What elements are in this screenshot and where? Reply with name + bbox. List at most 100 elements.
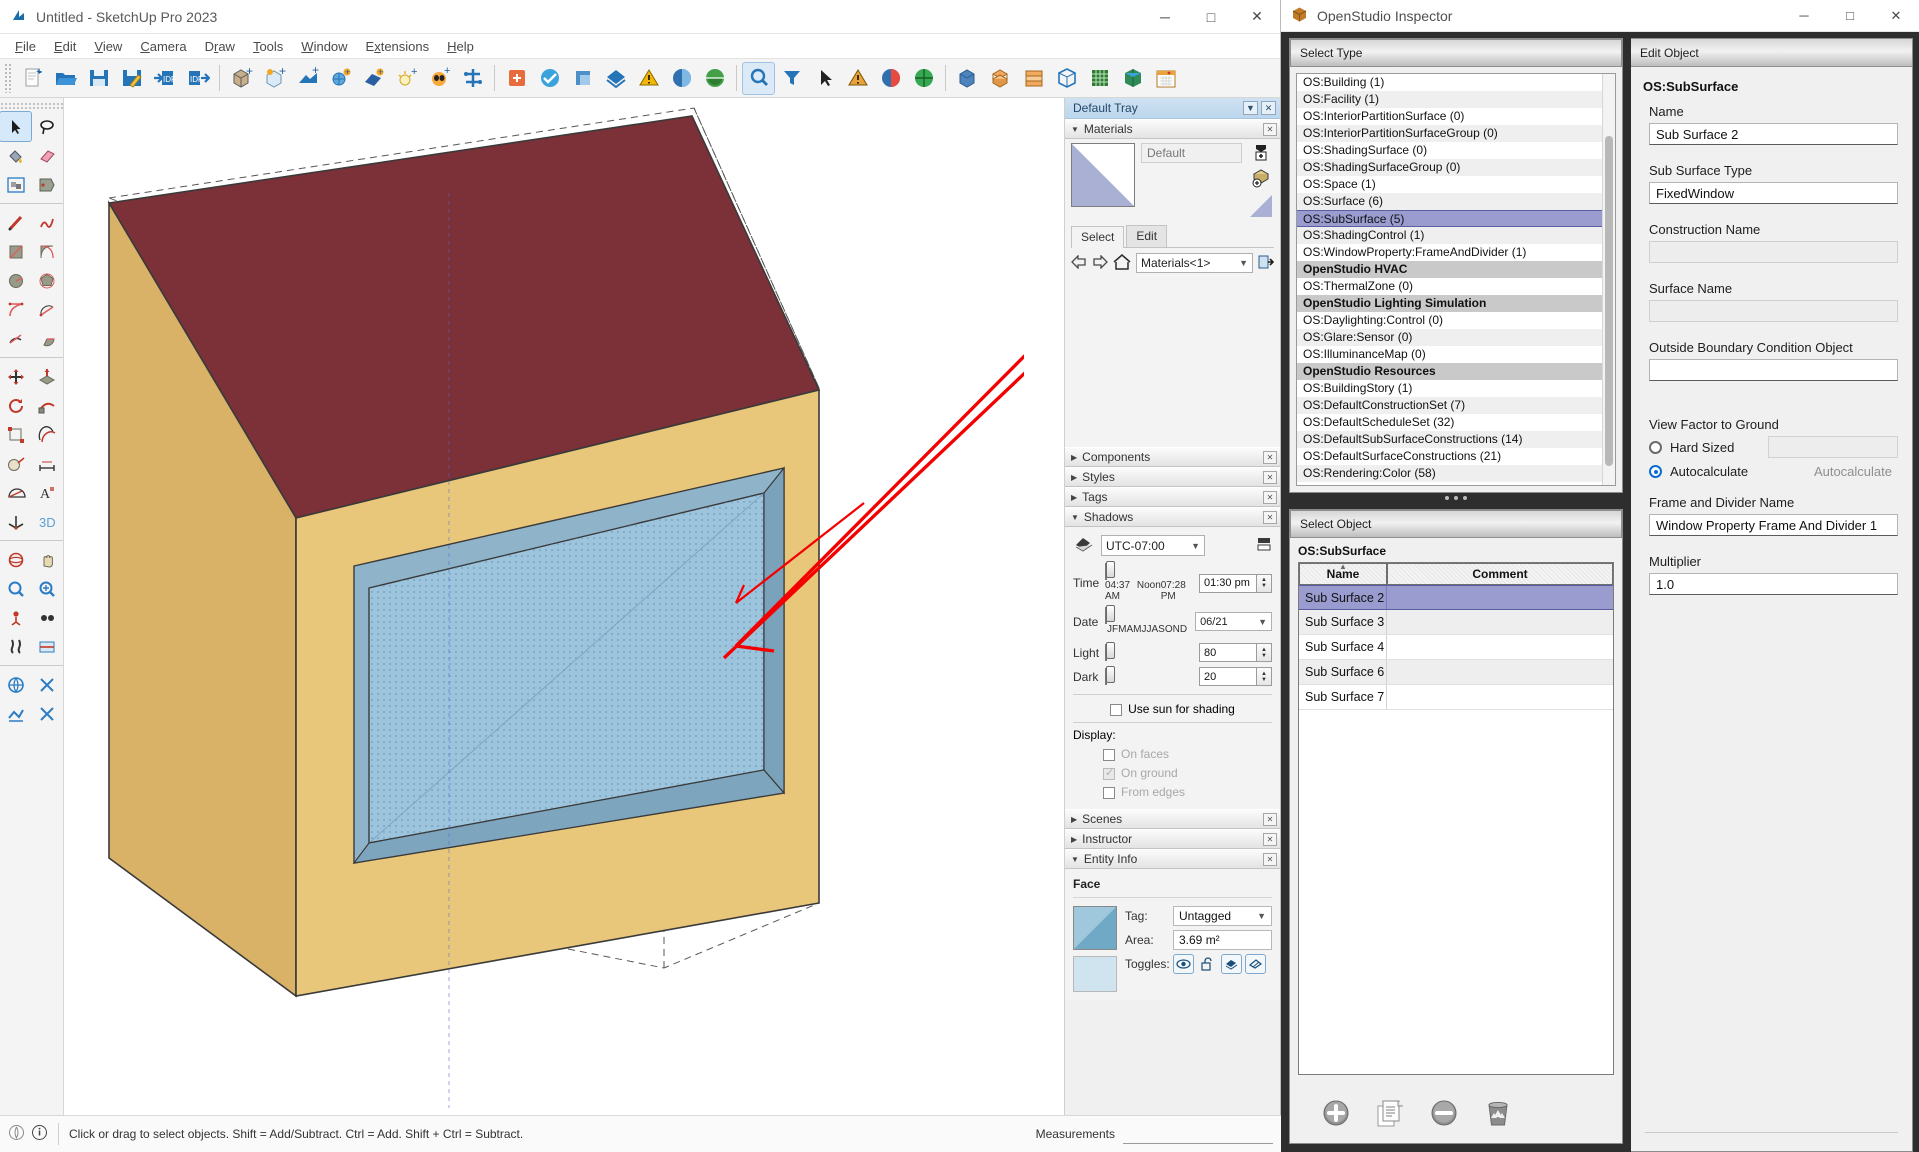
filter-icon[interactable] — [776, 63, 807, 94]
type-list-item[interactable]: OS:InteriorPartitionSurface (0) — [1297, 108, 1615, 125]
calendar-icon[interactable] — [1150, 63, 1181, 94]
type-list-item[interactable]: OS:Space (1) — [1297, 176, 1615, 193]
type-list-item[interactable]: OS:Facility (1) — [1297, 91, 1615, 108]
new-luminaire-icon[interactable]: + — [424, 63, 455, 94]
render-thermal-zone-icon[interactable] — [952, 63, 983, 94]
circle-tool[interactable] — [0, 266, 31, 295]
three-point-arc-tool[interactable] — [0, 324, 31, 353]
search-icon[interactable] — [742, 61, 775, 95]
section-plane-tool[interactable] — [31, 632, 62, 661]
front-material-swatch[interactable] — [1073, 906, 1117, 950]
type-list-item[interactable]: OS:DefaultSubSurfaceConstructions (14) — [1297, 431, 1615, 448]
new-shading-surface-group-icon[interactable]: + — [259, 63, 290, 94]
field-input[interactable]: FixedWindow — [1649, 182, 1898, 204]
type-list-item[interactable]: OS:Glare:Sensor (0) — [1297, 329, 1615, 346]
push-pull-tool[interactable] — [31, 362, 62, 391]
remove-object-button[interactable] — [1428, 1097, 1460, 1129]
zoom-extents-tool[interactable] — [31, 574, 62, 603]
panel-close-styles[interactable]: ✕ — [1263, 470, 1277, 484]
geo-location-icon[interactable] — [8, 1124, 25, 1144]
display-option-row[interactable]: On faces — [1103, 746, 1272, 761]
dark-slider[interactable] — [1105, 666, 1193, 685]
panel-header-components[interactable]: ▶ Components ✕ — [1065, 447, 1280, 467]
warnings-icon[interactable] — [842, 63, 873, 94]
table-row[interactable]: Sub Surface 3 (0) — [1299, 610, 1613, 635]
table-row[interactable]: Sub Surface 4 (0) — [1299, 635, 1613, 660]
photo-texture-tool[interactable] — [31, 670, 62, 699]
info-icon[interactable] — [31, 1124, 48, 1144]
rotated-rectangle-tool[interactable] — [31, 237, 62, 266]
pin-icon[interactable]: ▼ — [1243, 101, 1258, 115]
menu-item-window[interactable]: Window — [292, 37, 356, 56]
render-layers-icon[interactable] — [1084, 63, 1115, 94]
table-row[interactable]: Sub Surface 2 ... — [1299, 585, 1613, 610]
panel-header-entity-info[interactable]: ▼ Entity Info ✕ — [1065, 849, 1280, 869]
panel-header-instructor[interactable]: ▶ Instructor ✕ — [1065, 829, 1280, 849]
render-space-type-icon[interactable] — [1018, 63, 1049, 94]
time-value[interactable]: 01:30 pm — [1199, 573, 1257, 593]
panel-header-styles[interactable]: ▶ Styles ✕ — [1065, 467, 1280, 487]
select-tool-icon[interactable] — [809, 63, 840, 94]
new-daylighting-control-icon[interactable]: + — [325, 63, 356, 94]
intersect-icon[interactable] — [567, 63, 598, 94]
tag-tool[interactable] — [31, 170, 62, 199]
panel-header-materials[interactable]: ▼ Materials ✕ — [1065, 119, 1280, 139]
wireframe-icon[interactable] — [1117, 63, 1148, 94]
time-spinner[interactable]: ▲ ▼ — [1257, 573, 1272, 593]
time-slider[interactable]: 04:37 AM Noon 07:28 PM — [1105, 561, 1193, 602]
materials-tab-select[interactable]: Select — [1071, 226, 1125, 248]
menu-item-camera[interactable]: Camera — [131, 37, 195, 56]
material-name-field[interactable]: Default — [1141, 143, 1242, 163]
type-list-item[interactable]: OS:SubSurface (5) — [1297, 210, 1615, 227]
type-list-item[interactable]: OS:DefaultSurfaceConstructions (21) — [1297, 448, 1615, 465]
type-list-item[interactable]: OS:Surface (6) — [1297, 193, 1615, 210]
add-object-button[interactable] — [1320, 1097, 1352, 1129]
materials-browser[interactable] — [1071, 273, 1274, 443]
render-construction-set-icon[interactable] — [1051, 63, 1082, 94]
date-slider[interactable]: JFMAMJJASOND — [1105, 605, 1189, 635]
type-list-item[interactable]: OS:IlluminanceMap (0) — [1297, 346, 1615, 363]
details-icon[interactable] — [1258, 254, 1275, 273]
panel-close-shadows[interactable]: ✕ — [1263, 510, 1277, 524]
new-shading-surface-icon[interactable]: + — [292, 63, 323, 94]
tag-select[interactable]: Untagged ▼ — [1173, 906, 1272, 926]
measurements-input[interactable] — [1123, 1124, 1273, 1144]
material-library-select[interactable]: Materials<1> ▼ — [1136, 253, 1253, 273]
polygon-tool[interactable] — [31, 266, 62, 295]
display-option-row[interactable]: From edges — [1103, 784, 1272, 799]
toolbar-grip[interactable] — [4, 63, 12, 93]
new-space-icon[interactable]: + — [226, 63, 257, 94]
maximize-button[interactable]: □ — [1188, 0, 1234, 34]
date-value[interactable]: 06/21 ▼ — [1195, 612, 1272, 631]
user-scripts-icon[interactable] — [600, 63, 631, 94]
orbit-tool[interactable] — [0, 545, 31, 574]
pie-tool[interactable] — [31, 324, 62, 353]
close-button[interactable]: ✕ — [1234, 0, 1280, 34]
new-document-icon[interactable]: + — [17, 63, 48, 94]
autocalculate-row[interactable]: Autocalculate Autocalculate — [1631, 464, 1912, 479]
dimension-tool[interactable] — [31, 449, 62, 478]
info-tool-icon[interactable] — [633, 63, 664, 94]
menu-item-view[interactable]: View — [85, 37, 131, 56]
display-option-row[interactable]: On ground — [1103, 765, 1272, 780]
walk-tool[interactable] — [0, 632, 31, 661]
look-around-tool[interactable] — [31, 603, 62, 632]
type-list-item[interactable]: OS:ThermalZone (0) — [1297, 278, 1615, 295]
splitter-handle[interactable] — [1281, 493, 1631, 503]
minimize-button[interactable]: ─ — [1781, 0, 1827, 32]
type-list-item[interactable]: OS:DefaultConstructionSet (7) — [1297, 397, 1615, 414]
offset-tool[interactable] — [31, 420, 62, 449]
menu-item-file[interactable]: File — [6, 37, 45, 56]
project-loose-geometry-icon[interactable] — [501, 63, 532, 94]
purge-objects-button[interactable] — [1482, 1097, 1514, 1129]
type-list-item[interactable]: OS:Rendering:Color (58) — [1297, 465, 1615, 482]
follow-me-tool[interactable] — [31, 391, 62, 420]
sample-paint-icon[interactable] — [1251, 168, 1271, 191]
panel-close-materials[interactable]: ✕ — [1263, 122, 1277, 136]
panel-close-entity-info[interactable]: ✕ — [1263, 852, 1277, 866]
palette-grip[interactable] — [0, 102, 63, 110]
hard-sized-input[interactable] — [1768, 436, 1898, 458]
panel-close-components[interactable]: ✕ — [1263, 450, 1277, 464]
light-slider[interactable] — [1105, 642, 1193, 661]
zoom-tool[interactable] — [0, 574, 31, 603]
